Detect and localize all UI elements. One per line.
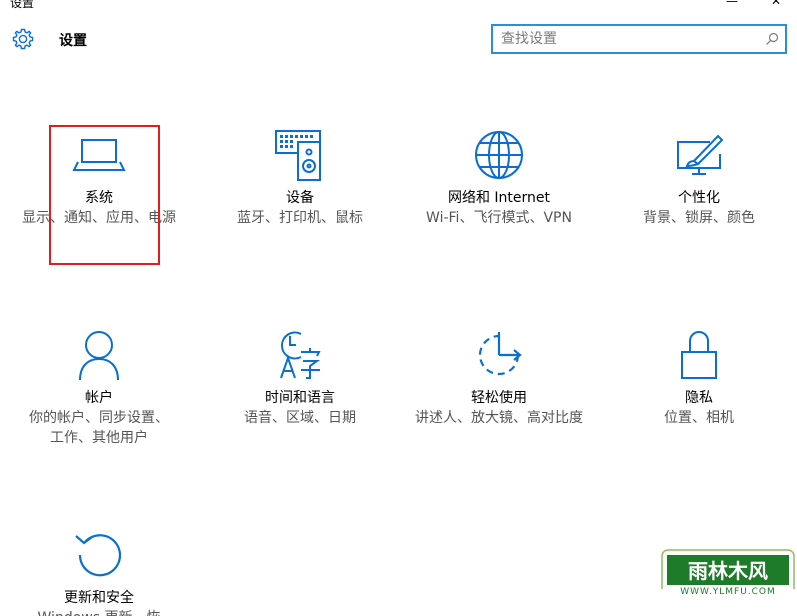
tile-network[interactable]: 网络和 Internet Wi-Fi、飞行模式、VPN — [409, 128, 589, 228]
lock-icon — [681, 331, 717, 379]
ease-of-access-icon — [478, 332, 522, 376]
search-icon[interactable] — [765, 32, 779, 46]
tile-ease-of-access[interactable]: 轻松使用 讲述人、放大镜、高对比度 — [409, 328, 589, 428]
window-title: 设置 — [10, 0, 35, 10]
tile-accounts-name: 帐户 — [85, 390, 113, 406]
gear-icon — [12, 28, 34, 50]
tile-time-language-desc: 语音、区域、日期 — [244, 410, 356, 426]
tile-privacy-desc: 位置、相机 — [664, 410, 734, 426]
watermark-logo-text: 雨林木风 — [688, 559, 768, 583]
tile-update-security[interactable]: 更新和安全 Windows 更新、恢 — [9, 528, 189, 616]
tile-network-desc: Wi-Fi、飞行模式、VPN — [426, 210, 572, 226]
devices-icon — [275, 130, 321, 181]
tile-time-language-name: 时间和语言 — [265, 390, 335, 406]
tile-update-security-name: 更新和安全 — [64, 590, 134, 606]
tile-devices[interactable]: 设备 蓝牙、打印机、鼠标 — [210, 128, 390, 228]
tile-personalization-desc: 背景、锁屏、颜色 — [643, 210, 755, 226]
time-language-icon — [280, 331, 321, 379]
watermark-badge-icon: 雨林木风 — [661, 549, 795, 611]
watermark-url: WWW.YLMFU.COM — [680, 587, 776, 597]
page-title: 设置 — [59, 33, 87, 49]
tile-personalization-name: 个性化 — [678, 190, 720, 206]
close-button[interactable]: ✕ — [766, 0, 786, 8]
minimize-button[interactable]: — — [722, 0, 742, 8]
tile-privacy[interactable]: 隐私 位置、相机 — [609, 328, 789, 428]
tile-personalization[interactable]: 个性化 背景、锁屏、颜色 — [609, 128, 789, 228]
tile-privacy-name: 隐私 — [685, 390, 713, 406]
search-box[interactable] — [491, 24, 787, 54]
tile-accounts-desc: 你的帐户、同步设置、工作、其他用户 — [29, 410, 169, 446]
tile-ease-of-access-name: 轻松使用 — [471, 390, 527, 406]
tile-time-language[interactable]: 时间和语言 语音、区域、日期 — [210, 328, 390, 428]
tile-update-security-desc: Windows 更新、恢 — [9, 608, 189, 616]
watermark-logo: 雨林木风 WWW.YLMFU.COM — [661, 549, 795, 611]
globe-icon — [475, 131, 523, 179]
tile-devices-desc: 蓝牙、打印机、鼠标 — [237, 210, 363, 226]
search-input[interactable] — [501, 29, 761, 49]
personalization-icon — [677, 134, 724, 175]
person-icon — [79, 331, 119, 381]
tile-accounts[interactable]: 帐户 你的帐户、同步设置、工作、其他用户 — [9, 328, 189, 448]
update-icon — [75, 534, 122, 577]
title-bar: 设置 — ✕ — [0, 0, 797, 12]
tile-network-name: 网络和 Internet — [447, 190, 551, 206]
tile-ease-of-access-desc: 讲述人、放大镜、高对比度 — [415, 410, 583, 426]
tile-devices-name: 设备 — [286, 190, 314, 206]
selection-highlight — [49, 125, 160, 265]
